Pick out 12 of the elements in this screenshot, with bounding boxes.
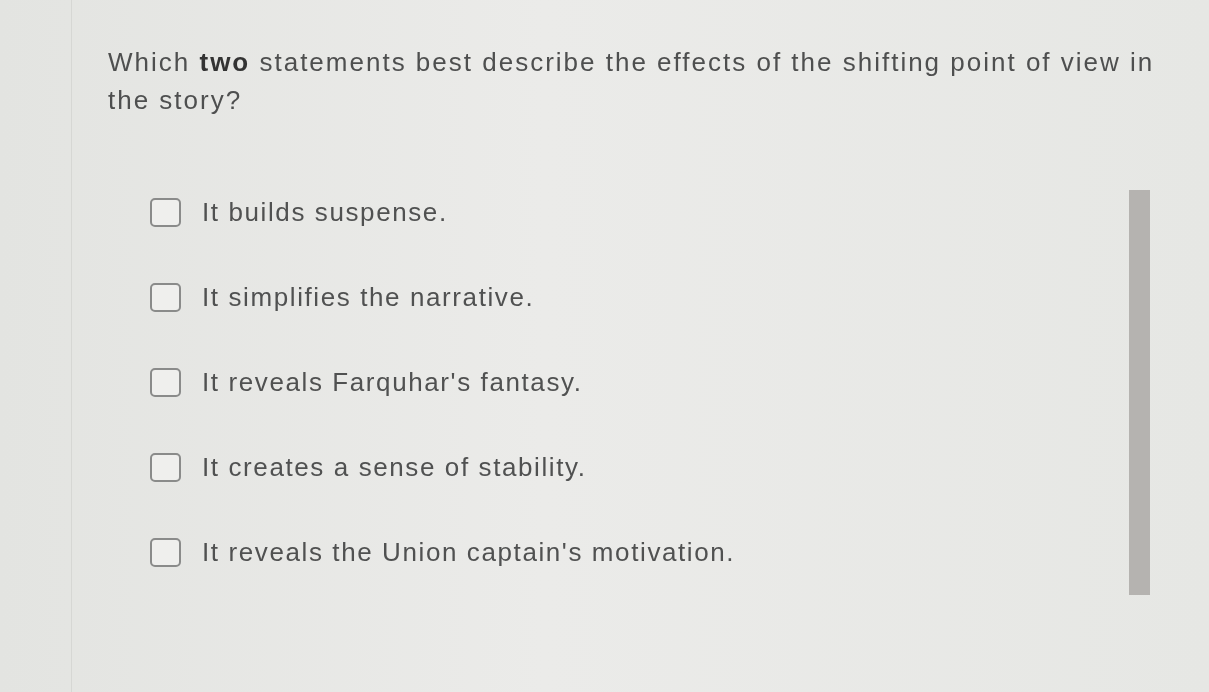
option-label: It builds suspense. bbox=[202, 195, 448, 229]
option-label: It reveals Farquhar's fantasy. bbox=[202, 365, 583, 399]
question-text: Which two statements best describe the effects of the shifting point of view in the story? bbox=[108, 46, 1156, 117]
checkbox[interactable] bbox=[150, 197, 181, 227]
checkbox[interactable] bbox=[150, 282, 181, 312]
option-label: It creates a sense of stability. bbox=[202, 450, 587, 484]
scrollbar-thumb[interactable] bbox=[1129, 190, 1150, 595]
checkbox[interactable] bbox=[150, 367, 181, 397]
option-label: It reveals the Union captain's motivation. bbox=[202, 535, 736, 569]
checkbox[interactable] bbox=[150, 452, 181, 482]
option-label: It simplifies the narrative. bbox=[202, 280, 535, 314]
checkbox[interactable] bbox=[150, 537, 181, 567]
